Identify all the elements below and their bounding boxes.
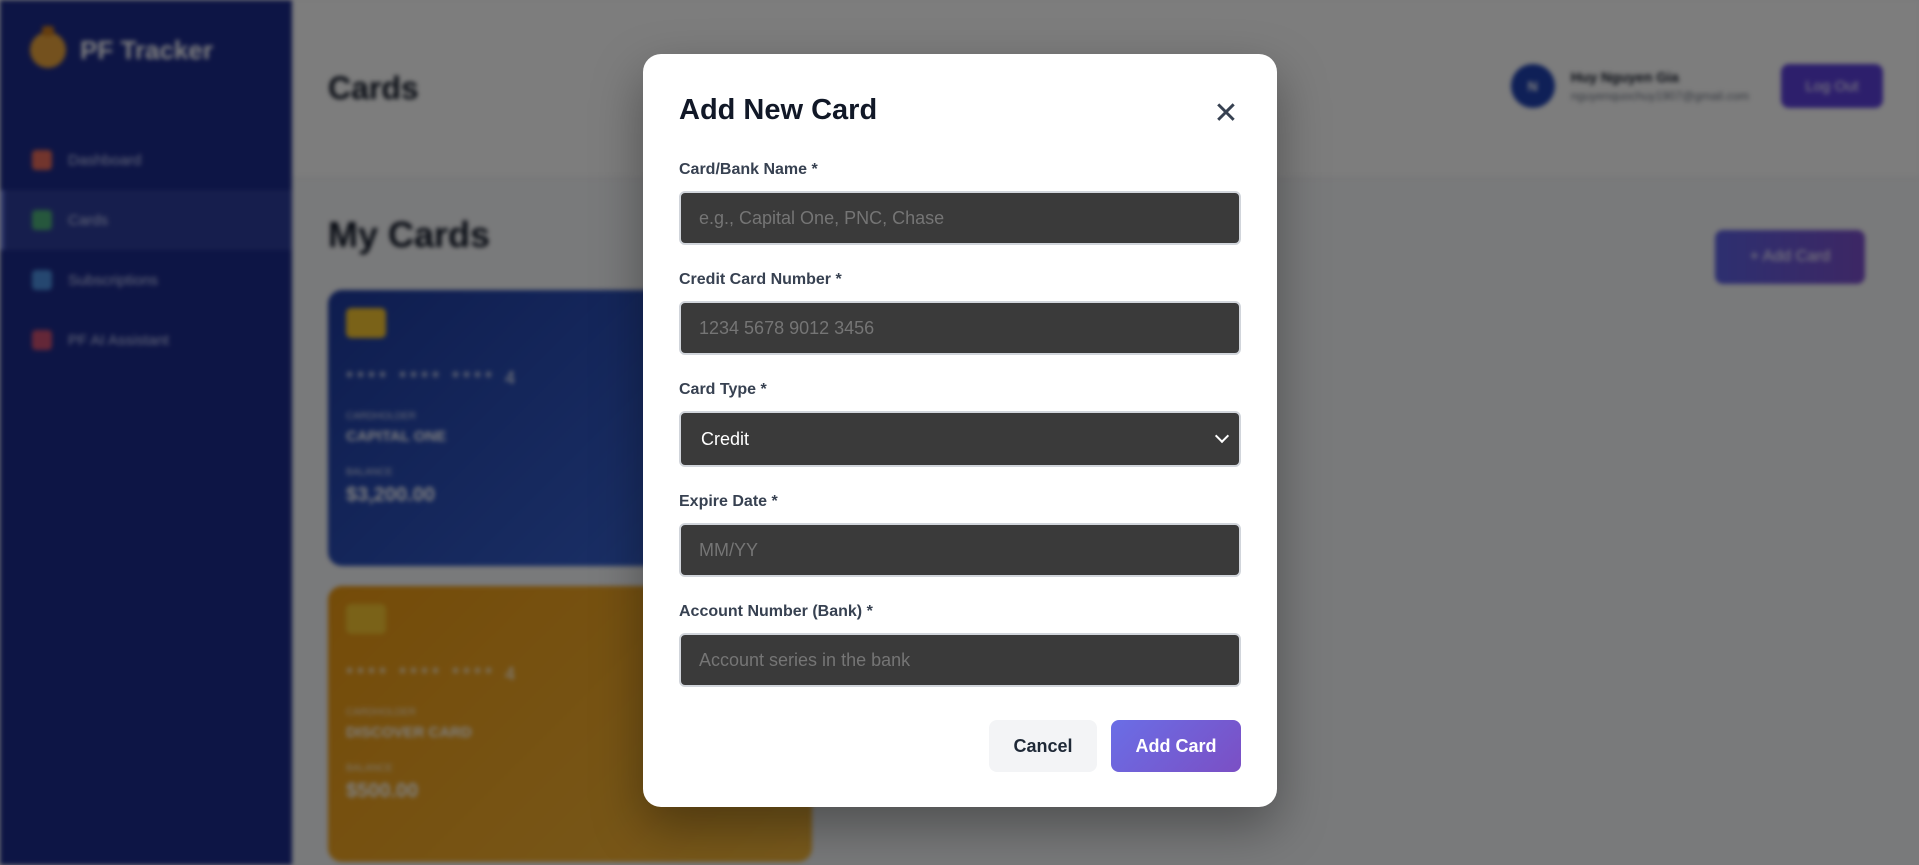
card-name-field: Card/Bank Name * [679,161,1241,245]
add-card-submit-button[interactable]: Add Card [1111,720,1241,772]
card-number-label: Credit Card Number * [679,271,842,288]
card-number-field: Credit Card Number * [679,271,1241,355]
expire-date-input[interactable] [679,523,1241,577]
card-type-field: Card Type * Credit [679,381,1241,467]
chevron-down-icon [1214,428,1230,444]
card-type-value: Credit [701,428,750,449]
card-type-select[interactable]: Credit [679,411,1241,467]
expire-date-field: Expire Date * [679,493,1241,577]
card-name-input[interactable] [679,191,1241,245]
close-icon[interactable]: ✕ [1211,97,1241,130]
card-number-input[interactable] [679,301,1241,355]
account-number-field: Account Number (Bank) * [679,603,1241,687]
cancel-button[interactable]: Cancel [989,720,1097,772]
modal-title: Add New Card [679,94,878,126]
card-type-label: Card Type * [679,381,767,398]
expire-date-label: Expire Date * [679,493,778,510]
add-card-modal: Add New Card ✕ Card/Bank Name * Credit C… [643,54,1277,807]
account-number-input[interactable] [679,633,1241,687]
account-number-label: Account Number (Bank) * [679,603,873,620]
card-name-label: Card/Bank Name * [679,161,818,178]
